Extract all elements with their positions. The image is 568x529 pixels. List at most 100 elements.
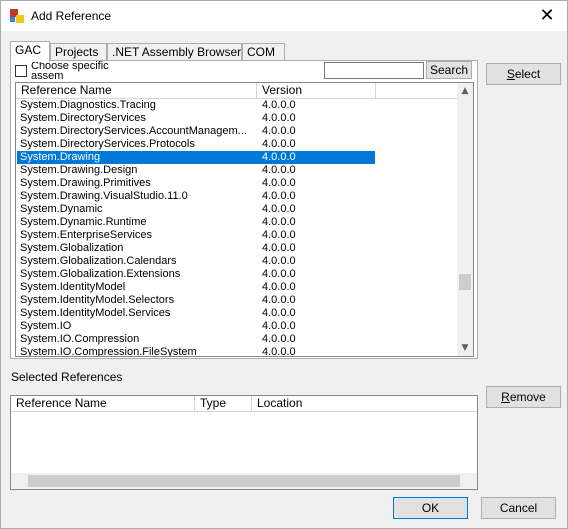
reference-name-cell: System.DirectoryServices.Protocols (20, 138, 195, 150)
version-cell: 4.0.0.0 (262, 125, 296, 137)
table-row[interactable]: System.Globalization.Extensions 4.0.0.0 (16, 268, 459, 281)
version-cell: 4.0.0.0 (262, 99, 296, 111)
reference-name-cell: System.IdentityModel.Selectors (20, 294, 175, 306)
version-cell: 4.0.0.0 (262, 112, 296, 124)
table-row[interactable]: System.Globalization.Calendars 4.0.0.0 (16, 255, 459, 268)
version-cell: 4.0.0.0 (262, 307, 296, 319)
table-row[interactable]: System.IdentityModel.Selectors 4.0.0.0 (16, 294, 459, 307)
table-row[interactable]: System.IO.Compression 4.0.0.0 (16, 333, 459, 346)
version-cell: 4.0.0.0 (262, 242, 296, 254)
table-row[interactable]: System.Drawing.VisualStudio.11.0 4.0.0.0 (16, 190, 459, 203)
version-cell: 4.0.0.0 (262, 346, 296, 357)
gac-list-header: Reference Name Version (16, 83, 459, 99)
column-header-version[interactable]: Version (257, 83, 376, 99)
reference-name-cell: System.Globalization (20, 242, 124, 254)
table-row[interactable]: System.IO.Compression.FileSystem 4.0.0.0 (16, 346, 459, 357)
table-row[interactable]: System.Drawing.Design 4.0.0.0 (16, 164, 459, 177)
search-button[interactable]: Search (426, 61, 472, 79)
scroll-up-icon[interactable]: ▲ (457, 83, 473, 99)
version-cell: 4.0.0.0 (262, 281, 296, 293)
selected-references-label: Selected References (11, 370, 123, 384)
table-row[interactable]: System.Dynamic 4.0.0.0 (16, 203, 459, 216)
column-header-location[interactable]: Location (252, 396, 477, 412)
app-icon (10, 9, 24, 23)
version-cell: 4.0.0.0 (262, 177, 296, 189)
table-row[interactable]: System.Drawing 4.0.0.0 (16, 151, 459, 164)
table-row[interactable]: System.IdentityModel 4.0.0.0 (16, 281, 459, 294)
reference-name-cell: System.Globalization.Extensions (20, 268, 181, 280)
table-row[interactable]: System.DirectoryServices.AccountManagem.… (16, 125, 459, 138)
version-cell: 4.0.0.0 (262, 216, 296, 228)
choose-specific-label: Choose specific assem (31, 61, 109, 79)
add-reference-dialog: Add Reference ✕ GAC Projects .NET Assemb… (0, 0, 568, 529)
reference-name-cell: System.Dynamic (20, 203, 103, 215)
version-cell: 4.0.0.0 (262, 294, 296, 306)
tab-net-assembly-browser[interactable]: .NET Assembly Browser (107, 43, 242, 61)
reference-name-cell: System.Drawing.VisualStudio.11.0 (20, 190, 188, 202)
table-row[interactable]: System.DirectoryServices 4.0.0.0 (16, 112, 459, 125)
reference-name-cell: System.IdentityModel.Services (20, 307, 171, 319)
version-cell: 4.0.0.0 (262, 164, 296, 176)
version-cell: 4.0.0.0 (262, 138, 296, 150)
table-row[interactable]: System.Diagnostics.Tracing 4.0.0.0 (16, 99, 459, 112)
select-button[interactable]: Select (486, 63, 561, 85)
version-cell: 4.0.0.0 (262, 320, 296, 332)
column-header-reference-name[interactable]: Reference Name (16, 83, 257, 99)
reference-name-cell: System.Globalization.Calendars (20, 255, 177, 267)
remove-label-mnemonic: R (501, 390, 510, 404)
reference-name-cell: System.Diagnostics.Tracing (20, 99, 156, 111)
select-label-mnemonic: S (506, 67, 515, 81)
reference-name-cell: System.Drawing.Primitives (20, 177, 151, 189)
close-button[interactable]: ✕ (527, 1, 567, 31)
reference-name-cell: System.DirectoryServices (20, 112, 146, 124)
selected-list-hscrollbar[interactable] (11, 473, 477, 489)
gac-tab-panel: Choose specific assem Search Reference N… (10, 60, 478, 359)
reference-name-cell: System.Drawing (20, 151, 101, 163)
reference-name-cell: System.EnterpriseServices (20, 229, 153, 241)
cancel-button[interactable]: Cancel (481, 497, 556, 519)
column-header-sel-reference-name[interactable]: Reference Name (11, 396, 195, 412)
table-row[interactable]: System.IdentityModel.Services 4.0.0.0 (16, 307, 459, 320)
reference-name-cell: System.DirectoryServices.AccountManagem.… (20, 125, 247, 137)
scroll-down-icon[interactable]: ▼ (457, 340, 473, 356)
column-header-filler (376, 83, 459, 99)
table-row[interactable]: System.Globalization 4.0.0.0 (16, 242, 459, 255)
ok-button[interactable]: OK (393, 497, 468, 519)
version-cell: 4.0.0.0 (262, 229, 296, 241)
remove-label-post: emove (509, 390, 546, 404)
table-row[interactable]: System.Drawing.Primitives 4.0.0.0 (16, 177, 459, 190)
version-cell: 4.0.0.0 (262, 203, 296, 215)
search-input[interactable] (324, 62, 424, 79)
window-title: Add Reference (31, 9, 112, 23)
reference-name-cell: System.IO (20, 320, 72, 332)
selected-references-list[interactable]: Reference Name Type Location (10, 395, 478, 490)
title-bar: Add Reference ✕ (1, 1, 567, 31)
version-cell: 4.0.0.0 (262, 151, 296, 163)
gac-list-vscrollbar[interactable]: ▲ ▼ (457, 83, 473, 356)
remove-button[interactable]: Remove (486, 386, 561, 408)
scroll-thumb[interactable] (459, 274, 471, 290)
column-header-type[interactable]: Type (195, 396, 252, 412)
tab-com[interactable]: COM (242, 43, 285, 61)
reference-name-cell: System.IdentityModel (20, 281, 126, 293)
reference-name-cell: System.Dynamic.Runtime (20, 216, 147, 228)
tab-projects[interactable]: Projects (50, 43, 107, 61)
version-cell: 4.0.0.0 (262, 190, 296, 202)
reference-name-cell: System.IO.Compression (20, 333, 140, 345)
reference-name-cell: System.Drawing.Design (20, 164, 138, 176)
hscroll-thumb[interactable] (28, 475, 460, 487)
close-icon: ✕ (539, 5, 555, 26)
gac-reference-list[interactable]: Reference Name Version System.Diagnostic… (15, 82, 474, 357)
table-row[interactable]: System.EnterpriseServices 4.0.0.0 (16, 229, 459, 242)
choose-specific-checkbox[interactable] (15, 65, 27, 77)
selected-list-header: Reference Name Type Location (11, 396, 477, 412)
table-row[interactable]: System.Dynamic.Runtime 4.0.0.0 (16, 216, 459, 229)
table-row[interactable]: System.IO 4.0.0.0 (16, 320, 459, 333)
version-cell: 4.0.0.0 (262, 333, 296, 345)
tab-gac[interactable]: GAC (10, 41, 50, 62)
version-cell: 4.0.0.0 (262, 268, 296, 280)
table-row[interactable]: System.DirectoryServices.Protocols 4.0.0.… (16, 138, 459, 151)
select-label-post: elect (514, 67, 541, 81)
version-cell: 4.0.0.0 (262, 255, 296, 267)
gac-list-rows: System.Diagnostics.Tracing 4.0.0.0 System.… (16, 99, 459, 357)
